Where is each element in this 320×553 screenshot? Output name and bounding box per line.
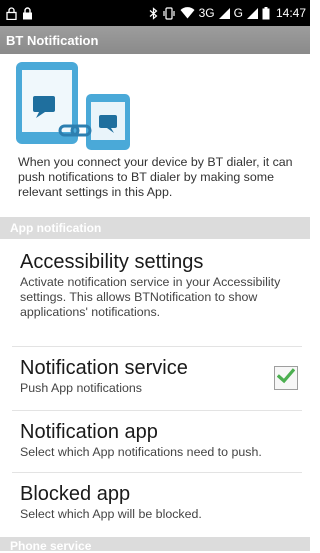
pref-accessibility-settings[interactable]: Accessibility settings Activate notifica…	[0, 250, 310, 320]
network-type-label: 3G	[198, 6, 215, 20]
pref-title: Notification service	[20, 357, 188, 379]
vibrate-icon	[162, 6, 176, 20]
lock-outline-icon	[6, 6, 17, 20]
pref-notification-app[interactable]: Notification app Select which App notifi…	[0, 420, 310, 460]
pref-summary: Select which App will be blocked.	[20, 507, 202, 521]
status-bar-right: 3G G 14:47	[149, 6, 306, 20]
pref-summary: Push App notifications	[20, 381, 142, 395]
bluetooth-icon	[149, 6, 158, 20]
app-bar: BT Notification	[0, 26, 310, 54]
pref-summary: Activate notification service in your Ac…	[20, 275, 281, 319]
pref-title: Accessibility settings	[20, 251, 204, 273]
divider	[12, 410, 302, 411]
pref-summary: Select which App notifications need to p…	[20, 445, 262, 459]
pref-title: Blocked app	[20, 483, 131, 505]
section-label: App notification	[10, 221, 102, 235]
section-header-phone-service: Phone service	[0, 537, 310, 553]
phone-link-illustration-icon	[14, 60, 134, 152]
wifi-icon	[180, 7, 195, 19]
battery-icon	[262, 6, 270, 20]
signal-icon-2	[246, 7, 258, 19]
signal-icon	[218, 7, 230, 19]
app-title: BT Notification	[6, 32, 99, 48]
pref-title: Notification app	[20, 421, 158, 443]
pref-blocked-app[interactable]: Blocked app Select which App will be blo…	[0, 482, 310, 522]
intro-text: When you connect your device by BT diale…	[18, 155, 293, 199]
section-header-app-notification: App notification	[0, 217, 310, 239]
status-bar: 3G G 14:47	[0, 0, 310, 26]
checkmark-icon	[276, 367, 296, 389]
network-type-label-2: G	[233, 6, 243, 20]
status-bar-left	[6, 6, 33, 20]
divider	[12, 472, 302, 473]
pref-notification-service[interactable]: Notification service Push App notificati…	[0, 356, 310, 410]
divider	[12, 346, 302, 347]
notification-service-checkbox[interactable]	[274, 366, 298, 390]
lock-icon	[22, 6, 33, 20]
clock: 14:47	[275, 6, 306, 20]
